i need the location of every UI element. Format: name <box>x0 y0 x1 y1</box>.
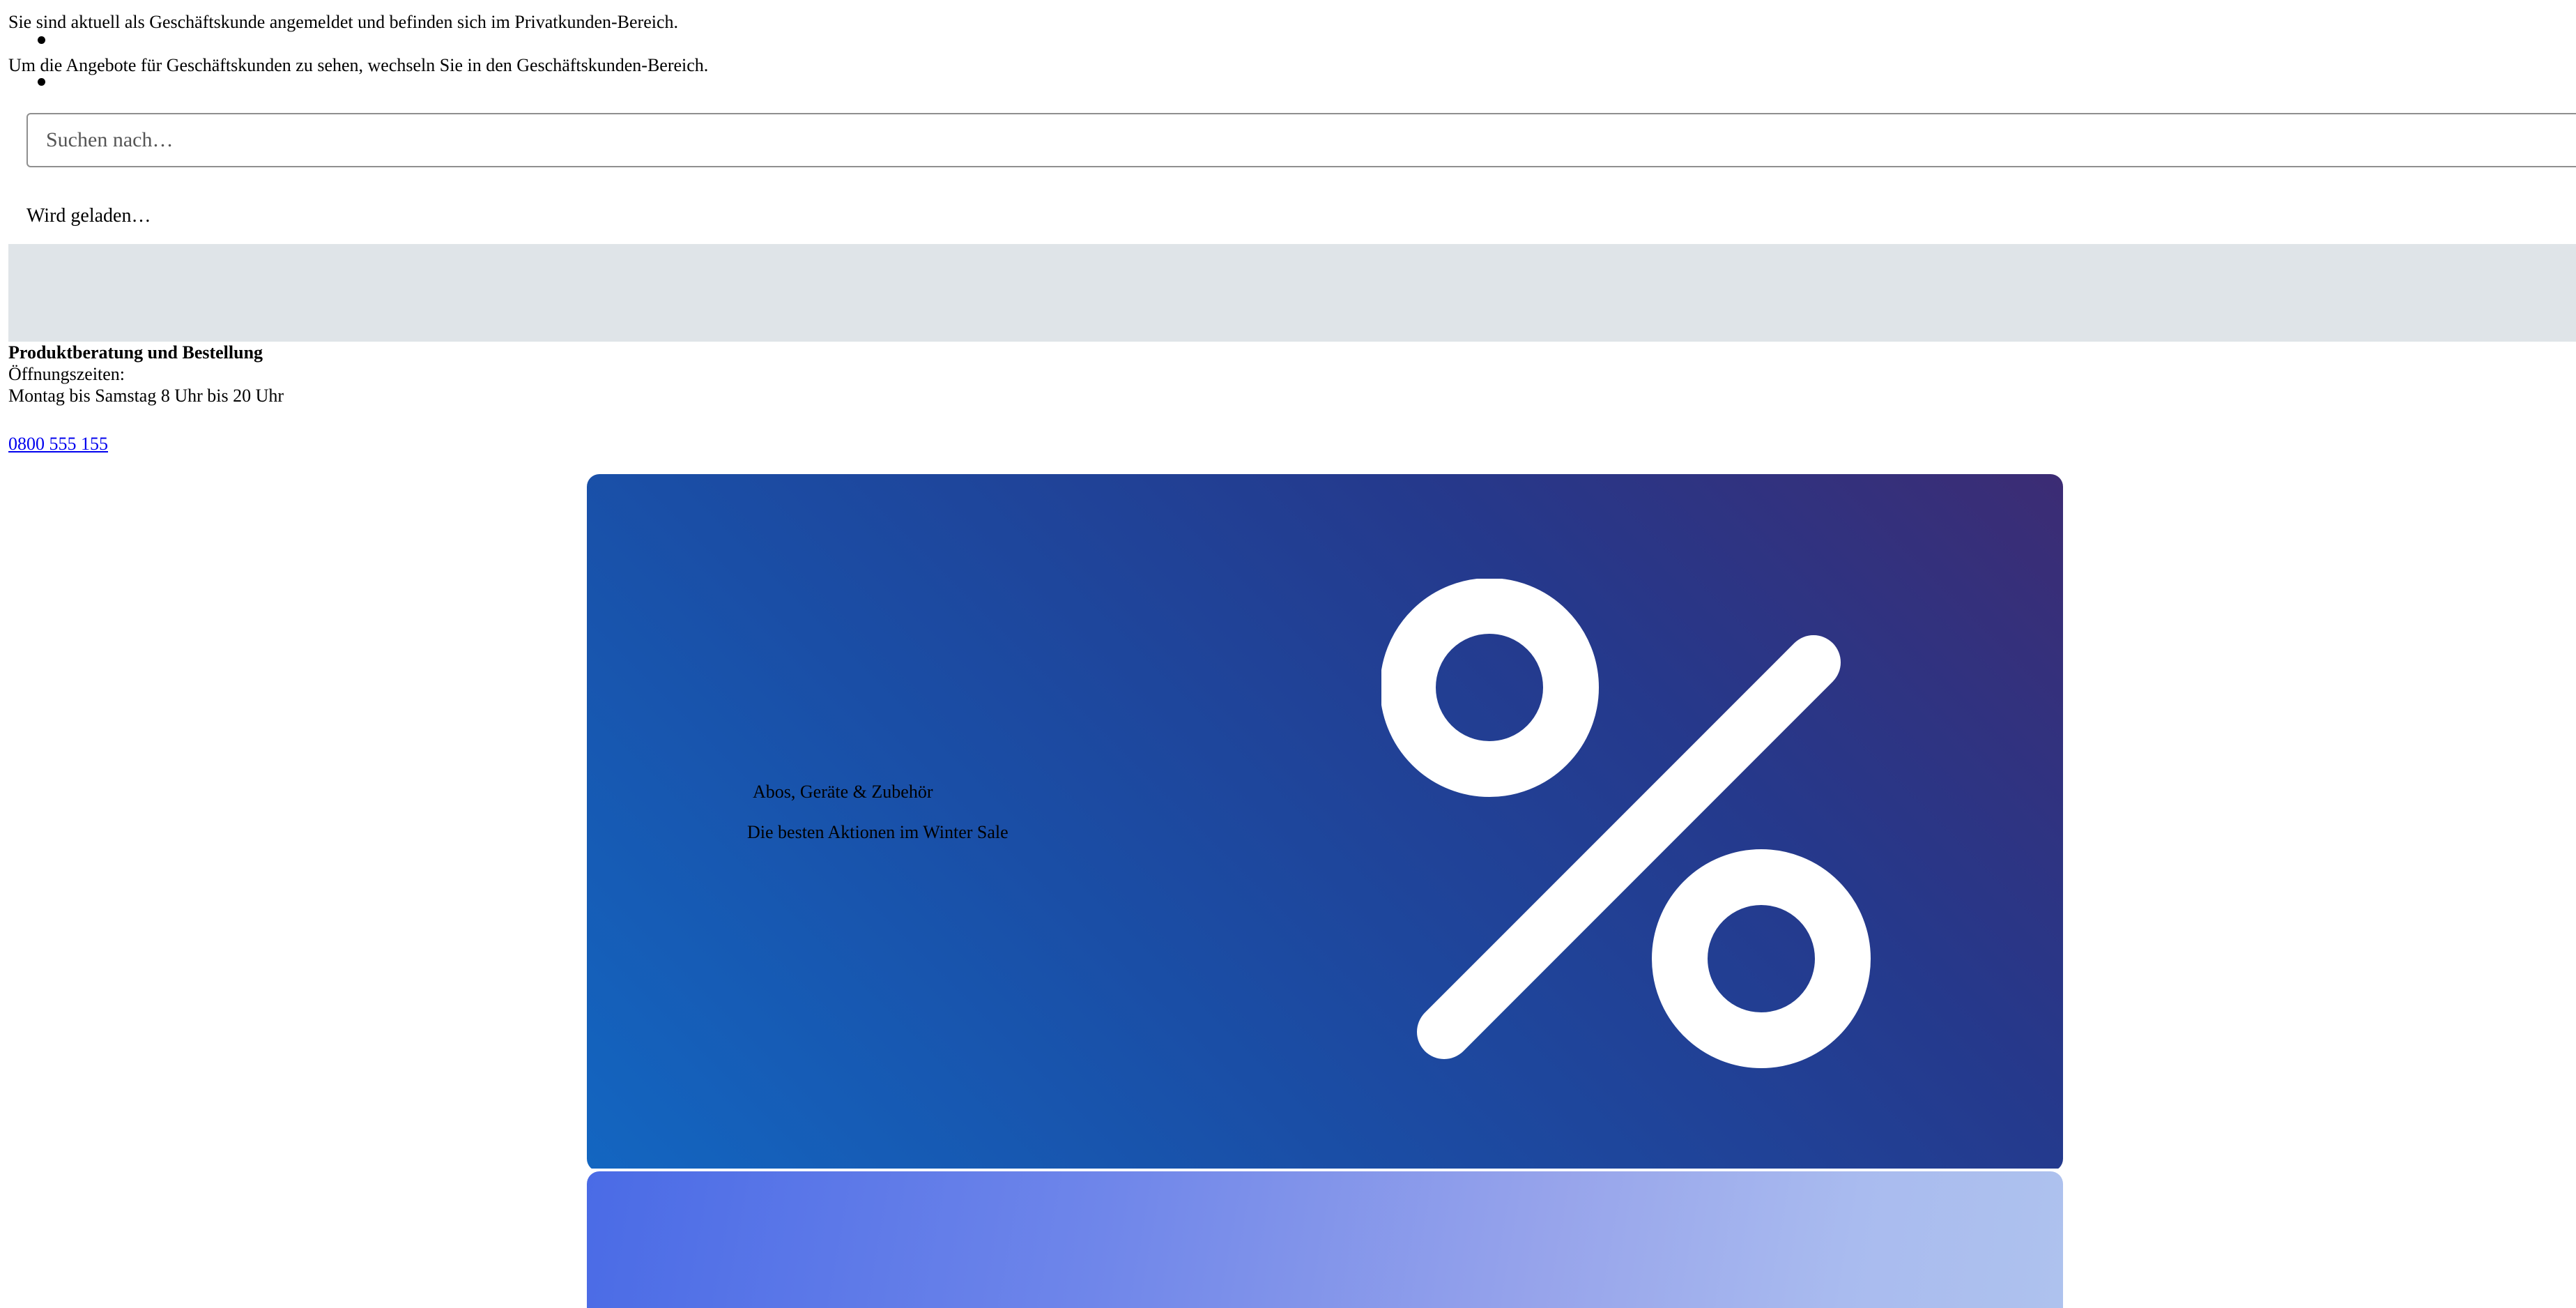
search-box <box>26 113 2576 167</box>
contact-info: Produktberatung und Bestellung Öffnungsz… <box>8 342 284 455</box>
loading-status: Wird geladen… <box>26 205 151 227</box>
winter-sale-teaser[interactable]: Abos, Geräte & Zubehör Die besten Aktion… <box>587 474 2063 1171</box>
teaser-title: Die besten Aktionen im Winter Sale <box>747 822 1009 842</box>
opening-hours-label: Öffnungszeiten: <box>8 364 125 384</box>
secondary-teaser[interactable] <box>587 1171 2063 1308</box>
placeholder-banner <box>8 244 2576 342</box>
opening-hours: Montag bis Samstag 8 Uhr bis 20 Uhr <box>8 386 284 406</box>
customer-notice-line-2: Um die Angebote für Geschäftskunden zu s… <box>8 55 709 75</box>
bullet-dot <box>38 78 45 86</box>
contact-heading: Produktberatung und Bestellung <box>8 342 263 363</box>
customer-notice-line-1: Sie sind aktuell als Geschäftskunde ange… <box>8 12 679 32</box>
list-item <box>38 78 46 86</box>
bullet-dot <box>38 36 45 44</box>
percent-icon <box>1381 579 1871 1068</box>
list-item <box>38 36 46 45</box>
page: Sie sind aktuell als Geschäftskunde ange… <box>0 0 2576 1308</box>
phone-link[interactable]: 0800 555 155 <box>8 433 108 455</box>
teaser-eyebrow: Abos, Geräte & Zubehör <box>753 782 933 802</box>
search-input[interactable] <box>26 113 2576 167</box>
